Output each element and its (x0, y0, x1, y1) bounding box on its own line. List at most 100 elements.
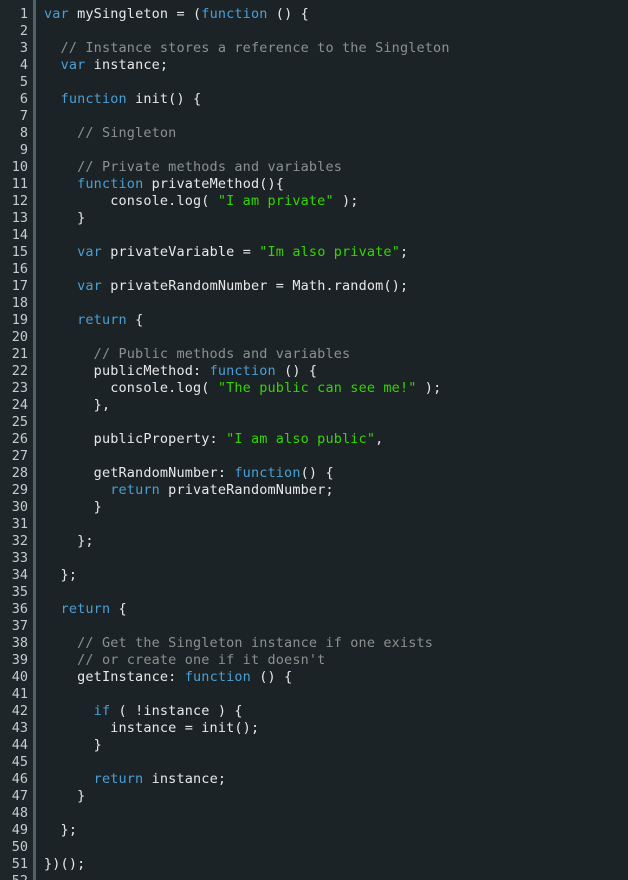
code-line[interactable]: if ( !instance ) { (44, 703, 628, 720)
line-number: 45 (11, 754, 28, 770)
code-line[interactable] (44, 584, 628, 601)
code-line[interactable]: }, (44, 397, 628, 414)
code-line[interactable]: // or create one if it doesn't (44, 652, 628, 669)
code-line[interactable] (44, 74, 628, 91)
code-line[interactable] (44, 448, 628, 465)
code-line[interactable]: }; (44, 533, 628, 550)
code-token-pln: privateRandomNumber = Math.random(); (101, 278, 409, 294)
code-editor[interactable]: 1 2 3 4 5 6 7 8 9 10 11 12 13 14 15 16 17 18 19 20 21 22 23 24 2… (0, 0, 628, 880)
code-line[interactable]: // Instance stores a reference to the Si… (44, 40, 628, 57)
code-token-pln: instance; (143, 771, 227, 787)
code-token-pln (44, 244, 77, 260)
line-number: 22 (11, 363, 28, 379)
line-number: 31 (11, 516, 28, 532)
code-line[interactable]: // Singleton (44, 125, 628, 142)
code-token-kw: function (201, 6, 268, 22)
code-line[interactable] (44, 142, 628, 159)
code-line[interactable]: // Public methods and variables (44, 346, 628, 363)
line-number: 47 (11, 788, 28, 804)
code-token-kw: return (93, 771, 144, 787)
code-token-pln: } (44, 788, 86, 804)
code-line[interactable]: return instance; (44, 771, 628, 788)
code-token-pln: console.log( (44, 193, 218, 209)
code-line[interactable] (44, 23, 628, 40)
code-token-kw: var (44, 6, 69, 22)
code-line[interactable]: var privateRandomNumber = Math.random(); (44, 278, 628, 295)
code-line[interactable]: } (44, 499, 628, 516)
code-line[interactable]: return privateRandomNumber; (44, 482, 628, 499)
code-line[interactable]: }; (44, 567, 628, 584)
line-number: 1 (19, 6, 28, 22)
code-line[interactable]: }; (44, 822, 628, 839)
code-line[interactable]: console.log( "I am private" ); (44, 193, 628, 210)
line-number: 29 (11, 482, 28, 498)
code-token-pln: ); (333, 193, 359, 209)
code-token-kw: function (184, 669, 251, 685)
code-line[interactable] (44, 295, 628, 312)
code-line[interactable] (44, 516, 628, 533)
code-line[interactable] (44, 414, 628, 431)
code-line[interactable]: return { (44, 312, 628, 329)
code-line[interactable]: getRandomNumber: function() { (44, 465, 628, 482)
code-token-pln: ); (416, 380, 442, 396)
line-number: 44 (11, 737, 28, 753)
code-token-pln: }; (44, 567, 78, 583)
line-number: 35 (11, 584, 28, 600)
code-token-pln: { (126, 312, 144, 328)
code-line[interactable]: publicProperty: "I am also public", (44, 431, 628, 448)
line-number-gutter: 1 2 3 4 5 6 7 8 9 10 11 12 13 14 15 16 17 18 19 20 21 22 23 24 2… (0, 0, 36, 880)
code-token-kw: function (77, 176, 144, 192)
code-line[interactable]: var mySingleton = (function () { (44, 6, 628, 23)
line-number-list: 1 2 3 4 5 6 7 8 9 10 11 12 13 14 15 16 17 18 19 20 21 22 23 24 2… (0, 6, 28, 880)
code-token-pln: { (110, 601, 127, 617)
code-token-pln (44, 312, 77, 328)
code-line[interactable] (44, 261, 628, 278)
code-line[interactable]: publicMethod: function () { (44, 363, 628, 380)
code-token-pln: instance = init(); (44, 720, 260, 736)
code-token-pln: ; (399, 244, 409, 260)
line-number: 50 (11, 839, 28, 855)
code-token-pln: }; (44, 533, 94, 549)
code-line[interactable] (44, 618, 628, 635)
line-number: 11 (11, 176, 28, 192)
line-number: 28 (11, 465, 28, 481)
code-line[interactable]: function init() { (44, 91, 628, 108)
code-token-pln: getRandomNumber: (44, 465, 235, 481)
code-line[interactable]: console.log( "The public can see me!" ); (44, 380, 628, 397)
code-line[interactable] (44, 686, 628, 703)
code-line[interactable]: var privateVariable = "Im also private"; (44, 244, 628, 261)
code-line[interactable]: // Get the Singleton instance if one exi… (44, 635, 628, 652)
code-line[interactable] (44, 754, 628, 771)
code-token-pln: privateVariable = (101, 244, 260, 260)
code-token-kw: function (209, 363, 276, 379)
code-token-pln (44, 176, 77, 192)
code-token-kw: function (60, 91, 127, 107)
line-number: 2 (19, 23, 28, 39)
line-number: 24 (11, 397, 28, 413)
code-line[interactable]: } (44, 788, 628, 805)
code-line[interactable]: return { (44, 601, 628, 618)
code-content[interactable]: var mySingleton = (function () { // Inst… (44, 6, 628, 873)
code-token-pln: console.log( (44, 380, 218, 396)
code-line[interactable] (44, 108, 628, 125)
code-line[interactable] (44, 329, 628, 346)
code-line[interactable] (44, 805, 628, 822)
code-token-str: "I am private" (217, 193, 334, 209)
code-line[interactable] (44, 227, 628, 244)
code-line[interactable] (44, 550, 628, 567)
line-number: 32 (11, 533, 28, 549)
code-line[interactable]: // Private methods and variables (44, 159, 628, 176)
code-line[interactable]: } (44, 210, 628, 227)
line-number: 33 (11, 550, 28, 566)
code-line[interactable]: })(); (44, 856, 628, 873)
code-token-str: "I am also public" (226, 431, 376, 447)
line-number: 16 (11, 261, 28, 277)
code-line[interactable]: instance = init(); (44, 720, 628, 737)
code-token-pln (44, 771, 94, 787)
code-token-com: // Public methods and variables (44, 346, 351, 362)
code-line[interactable]: var instance; (44, 57, 628, 74)
code-line[interactable]: getInstance: function () { (44, 669, 628, 686)
code-line[interactable]: } (44, 737, 628, 754)
code-line[interactable] (44, 839, 628, 856)
code-line[interactable]: function privateMethod(){ (44, 176, 628, 193)
